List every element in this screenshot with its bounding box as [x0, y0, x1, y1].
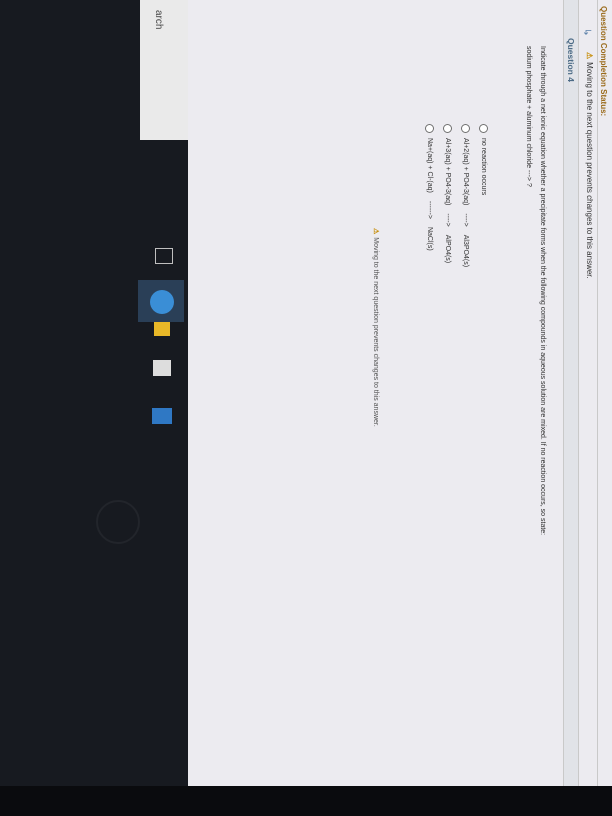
search-label: arch [153, 10, 164, 30]
answer-option-no-reaction[interactable]: no reaction occurs [479, 124, 488, 195]
rotated-content: Question Completion Status: ↳ ⚠ Moving to… [188, 0, 612, 786]
option-right: NaCl(s) [426, 226, 433, 251]
answer-option-nacl[interactable]: Na+(aq) + Cl-(aq) ------> NaCl(s) [425, 124, 434, 251]
option-left: Al+2(aq) + PO4-3(aq) [462, 138, 469, 206]
bottom-warning-text: Moving to the next question prevents cha… [372, 237, 379, 427]
option-arrow: ----> [462, 213, 469, 227]
mail-icon[interactable] [152, 408, 172, 424]
answer-option-al2[interactable]: Al+2(aq) + PO4-3(aq) ----> Al3PO4(s) [461, 124, 470, 267]
radio-button[interactable] [425, 124, 434, 133]
option-text: no reaction occurs [480, 138, 487, 196]
question-reaction: sodium phosphate + aluminum chloride ---… [525, 46, 532, 187]
option-left: Al+3(aq) + PO4-3(aq) [444, 138, 451, 206]
warning-icon: ⚠ [372, 228, 379, 235]
option-arrow: ------> [426, 200, 433, 219]
option-right: Al3PO4(s) [462, 234, 469, 268]
taskbar: arch [0, 0, 188, 786]
completion-status[interactable]: Question Completion Status: [599, 6, 608, 116]
edge-icon[interactable] [150, 290, 174, 314]
radio-button[interactable] [479, 124, 488, 133]
task-view-icon[interactable] [155, 248, 173, 264]
warning-icon: ⚠ [585, 52, 594, 60]
store-icon[interactable] [153, 360, 171, 376]
search-box[interactable] [140, 0, 188, 140]
answer-option-al3[interactable]: Al+3(aq) + PO4-3(aq) ----> AlPO4(s) [443, 124, 452, 263]
radio-button[interactable] [461, 124, 470, 133]
completion-status-label: Question Completion Status: [599, 6, 608, 117]
file-explorer-icon[interactable] [154, 322, 170, 336]
bottom-warning: ⚠ Moving to the next question prevents ch… [372, 228, 380, 427]
arrow-icon: ↳ [581, 28, 592, 37]
laptop-logo-icon [96, 500, 140, 544]
option-right: AlPO4(s) [444, 234, 451, 264]
browser-page: Question Completion Status: ↳ ⚠ Moving to… [188, 0, 612, 786]
radio-button[interactable] [443, 124, 452, 133]
question-prompt: Indicate through a net ionic equation wh… [539, 46, 546, 536]
option-arrow: ----> [444, 213, 451, 227]
nav-warning: ⚠ Moving to the next question prevents ch… [585, 52, 594, 279]
divider [597, 0, 598, 786]
option-left: Na+(aq) + Cl-(aq) [426, 138, 433, 193]
nav-warning-text: Moving to the next question prevents cha… [585, 62, 594, 279]
question-title: Question 4 [566, 38, 576, 82]
screen-bezel [0, 786, 612, 816]
question-header [563, 0, 579, 786]
